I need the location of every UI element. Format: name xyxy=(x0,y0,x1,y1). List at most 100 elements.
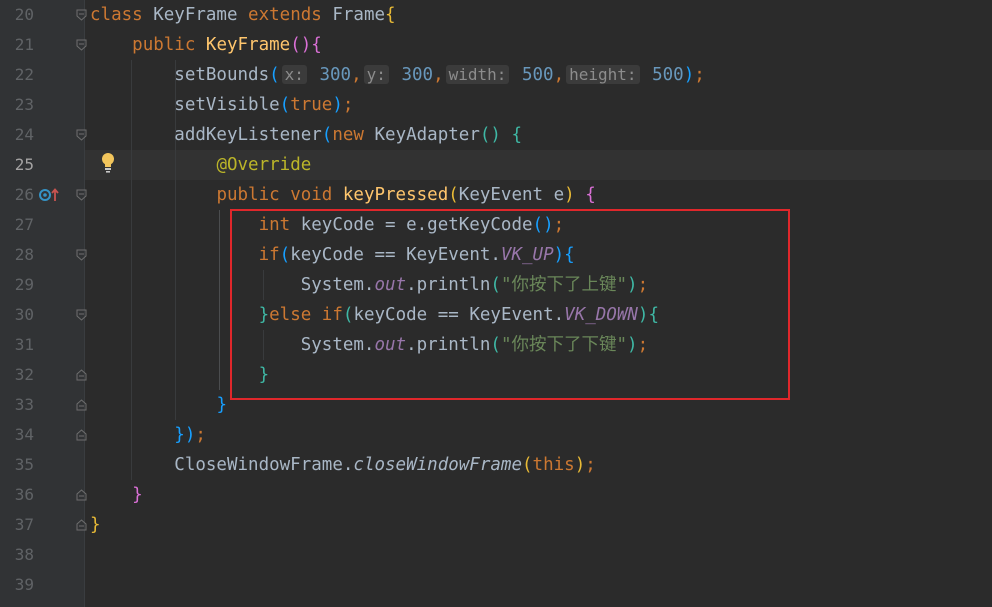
code-token: true xyxy=(290,95,333,115)
code-line[interactable]: 38 xyxy=(0,540,992,570)
line-number[interactable]: 22 xyxy=(0,60,34,90)
fold-marker-icon[interactable] xyxy=(76,519,87,531)
line-number[interactable]: 23 xyxy=(0,90,34,120)
code-token: CloseWindowFrame. xyxy=(90,455,354,475)
code-token: } xyxy=(90,515,101,535)
code-token: extends xyxy=(248,5,333,25)
code-token: , xyxy=(351,65,362,85)
line-number[interactable]: 32 xyxy=(0,360,34,390)
code-token: ( xyxy=(448,185,459,205)
code-text[interactable]: public void keyPressed(KeyEvent e) { xyxy=(90,180,596,210)
code-token: KeyAdapter xyxy=(374,125,480,145)
line-number[interactable]: 36 xyxy=(0,480,34,510)
line-number[interactable]: 28 xyxy=(0,240,34,270)
code-token: Frame xyxy=(332,5,386,25)
code-line[interactable]: 36 } xyxy=(0,480,992,510)
code-text[interactable]: setVisible(true); xyxy=(90,90,353,120)
code-token: public void xyxy=(216,185,343,205)
line-number[interactable]: 39 xyxy=(0,570,34,600)
code-token: () xyxy=(290,35,312,55)
fold-marker-icon[interactable] xyxy=(76,399,87,411)
fold-marker-icon[interactable] xyxy=(76,189,87,201)
code-token: ( xyxy=(521,455,533,475)
lightbulb-icon[interactable] xyxy=(100,152,116,174)
code-token: ( xyxy=(279,95,291,115)
code-text[interactable]: } xyxy=(90,390,227,420)
code-token: { xyxy=(574,185,596,205)
code-token: { xyxy=(385,5,396,25)
fold-marker-icon[interactable] xyxy=(76,489,87,501)
code-token: ) xyxy=(683,65,695,85)
code-token: ) xyxy=(184,425,196,445)
code-token: } xyxy=(216,395,227,415)
code-line[interactable]: 20 class KeyFrame extends Frame{ xyxy=(0,0,992,30)
code-token: KeyEvent e xyxy=(458,185,565,205)
code-token: public xyxy=(132,35,206,55)
code-line[interactable]: 25 @Override xyxy=(0,150,992,180)
code-token: class xyxy=(90,5,154,25)
line-number[interactable]: 37 xyxy=(0,510,34,540)
code-line[interactable]: 22 setBounds(x: 300, y: 300, width: 500, he… xyxy=(0,60,992,90)
fold-marker-icon[interactable] xyxy=(76,429,87,441)
code-token: } xyxy=(132,485,143,505)
code-token: 500 xyxy=(511,65,554,85)
code-line[interactable]: 35 CloseWindowFrame.closeWindowFrame(thi… xyxy=(0,450,992,480)
code-token: , xyxy=(433,65,444,85)
code-token: ; xyxy=(585,455,596,475)
line-number[interactable]: 26 xyxy=(0,180,34,210)
line-number[interactable]: 31 xyxy=(0,330,34,360)
code-token: KeyFrame xyxy=(205,35,291,55)
code-text[interactable]: public KeyFrame(){ xyxy=(90,30,322,60)
code-token: setVisible xyxy=(90,95,280,115)
code-token: 300 xyxy=(390,65,434,85)
code-line[interactable]: 37} xyxy=(0,510,992,540)
code-text[interactable]: } xyxy=(90,510,101,540)
code-line[interactable]: 21 public KeyFrame(){ xyxy=(0,30,992,60)
code-token: , xyxy=(553,65,565,85)
code-line[interactable]: 39 xyxy=(0,570,992,600)
code-token: new xyxy=(332,125,375,145)
code-text[interactable]: @Override xyxy=(90,150,311,180)
code-token: keyPressed xyxy=(342,185,449,205)
code-text[interactable]: CloseWindowFrame.closeWindowFrame(this); xyxy=(90,450,596,480)
code-line[interactable]: 23 setVisible(true); xyxy=(0,90,992,120)
line-number[interactable]: 30 xyxy=(0,300,34,330)
line-number[interactable]: 38 xyxy=(0,540,34,570)
fold-marker-icon[interactable] xyxy=(76,9,87,21)
override-method-icon[interactable] xyxy=(38,187,60,203)
line-number[interactable]: 24 xyxy=(0,120,34,150)
line-number[interactable]: 35 xyxy=(0,450,34,480)
code-token: ) xyxy=(564,185,575,205)
code-line[interactable]: 26 public void keyPressed(KeyEvent e) { xyxy=(0,180,992,210)
line-number[interactable]: 33 xyxy=(0,390,34,420)
code-token: addKeyListener xyxy=(90,125,322,145)
code-token: KeyFrame xyxy=(153,5,249,25)
line-number[interactable]: 27 xyxy=(0,210,34,240)
code-token: ; xyxy=(195,425,206,445)
code-token: 300 xyxy=(308,65,352,85)
fold-marker-icon[interactable] xyxy=(76,369,87,381)
fold-marker-icon[interactable] xyxy=(76,249,87,261)
code-token: ) xyxy=(332,95,343,115)
code-text[interactable]: } xyxy=(90,480,143,510)
code-line[interactable]: 24 addKeyListener(new KeyAdapter() { xyxy=(0,120,992,150)
code-token: ( xyxy=(321,125,333,145)
line-number[interactable]: 34 xyxy=(0,420,34,450)
code-text[interactable]: setBounds(x: 300, y: 300, width: 500, heigh… xyxy=(90,60,705,90)
line-number[interactable]: 29 xyxy=(0,270,34,300)
line-number[interactable]: 20 xyxy=(0,0,34,30)
fold-marker-icon[interactable] xyxy=(76,129,87,141)
code-token: closeWindowFrame xyxy=(353,455,522,475)
code-text[interactable]: }); xyxy=(90,420,206,450)
fold-marker-icon[interactable] xyxy=(76,39,87,51)
code-text[interactable]: addKeyListener(new KeyAdapter() { xyxy=(90,120,522,150)
line-number[interactable]: 21 xyxy=(0,30,34,60)
fold-marker-icon[interactable] xyxy=(76,309,87,321)
line-number[interactable]: 25 xyxy=(0,150,34,180)
code-line[interactable]: 34 }); xyxy=(0,420,992,450)
parameter-hint: width: xyxy=(445,65,510,84)
code-text[interactable]: class KeyFrame extends Frame{ xyxy=(90,0,396,30)
